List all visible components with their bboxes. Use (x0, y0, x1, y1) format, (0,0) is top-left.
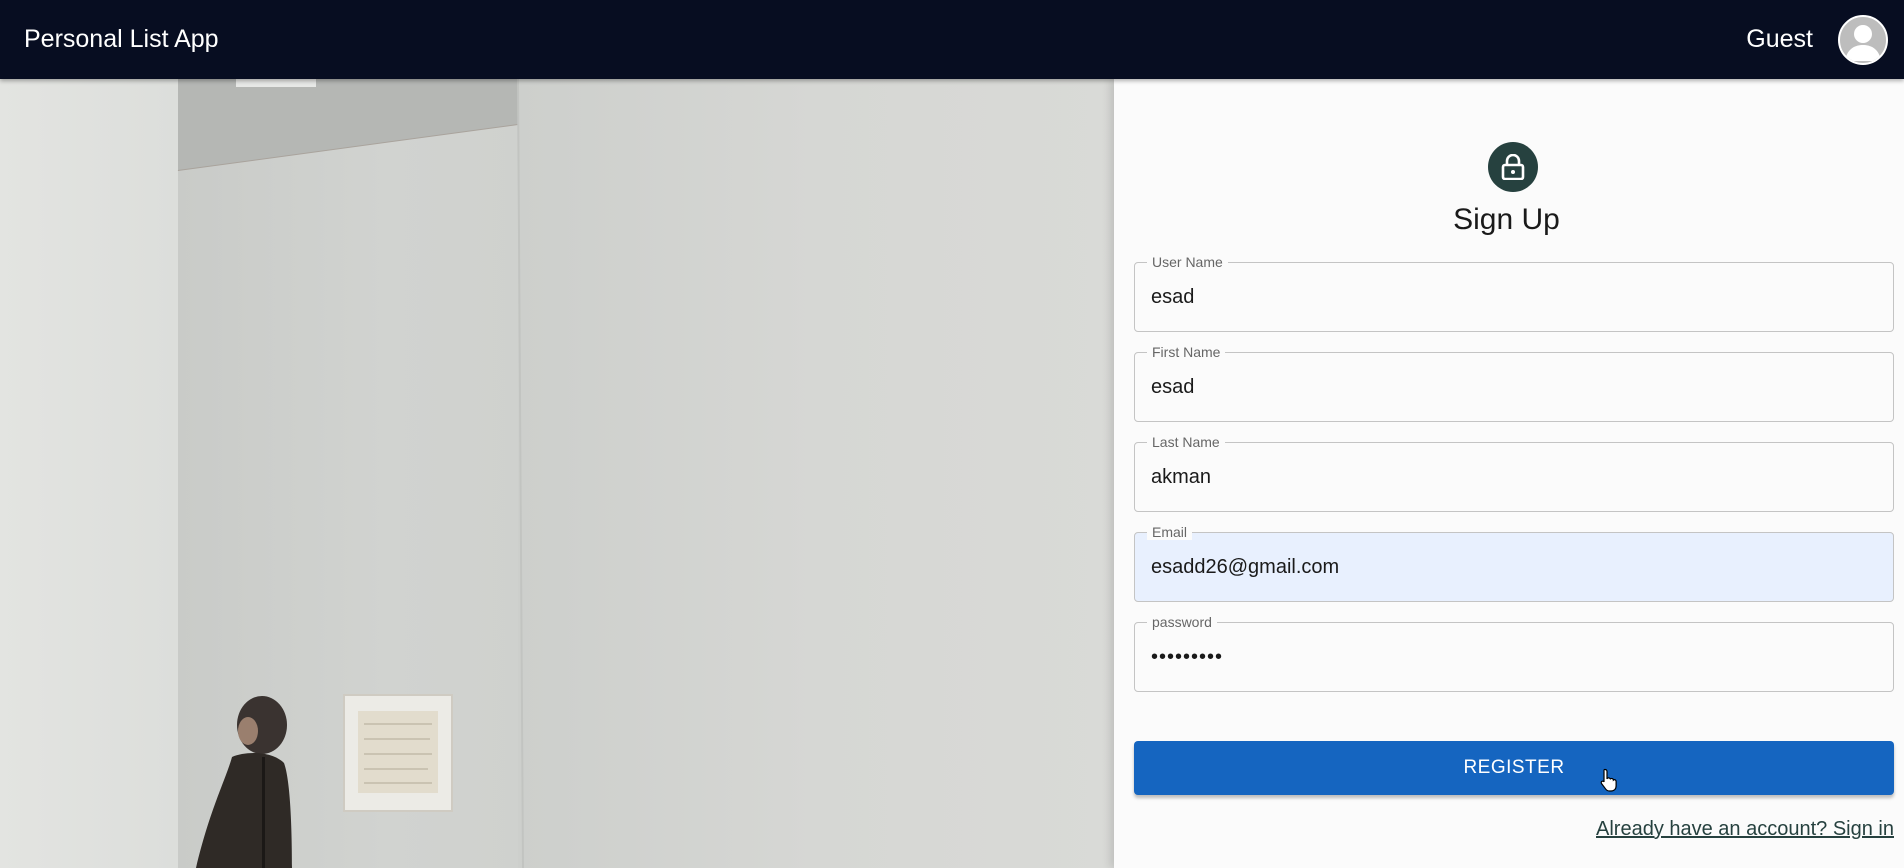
account-avatar-icon[interactable] (1838, 15, 1888, 65)
first-name-input[interactable] (1151, 373, 1871, 401)
email-label: Email (1147, 524, 1193, 540)
register-button[interactable]: REGISTER (1134, 741, 1894, 795)
last-name-label: Last Name (1147, 434, 1225, 450)
password-input[interactable] (1151, 643, 1871, 671)
app-title: Personal List App (24, 25, 219, 53)
last-name-field[interactable]: Last Name (1134, 434, 1894, 512)
first-name-label: First Name (1147, 344, 1226, 360)
hand-pointer-icon (1600, 768, 1618, 797)
email-field[interactable]: Email (1134, 524, 1894, 602)
password-field[interactable]: password (1134, 614, 1894, 692)
lock-icon (1488, 142, 1538, 192)
username-field[interactable]: User Name (1134, 254, 1894, 332)
password-label: password (1147, 614, 1217, 630)
first-name-field[interactable]: First Name (1134, 344, 1894, 422)
user-name-label: Guest (1746, 25, 1813, 53)
page-title: Sign Up (1453, 203, 1560, 236)
signup-panel: Sign Up User Name First Name Last Name E… (1114, 79, 1904, 868)
app-bar: Personal List App Guest (0, 0, 1904, 79)
sign-in-link[interactable]: Already have an account? Sign in (1596, 817, 1894, 841)
username-label: User Name (1147, 254, 1228, 270)
username-input[interactable] (1151, 283, 1871, 311)
email-input[interactable] (1151, 553, 1871, 581)
last-name-input[interactable] (1151, 463, 1871, 491)
hero-image (0, 79, 1114, 868)
